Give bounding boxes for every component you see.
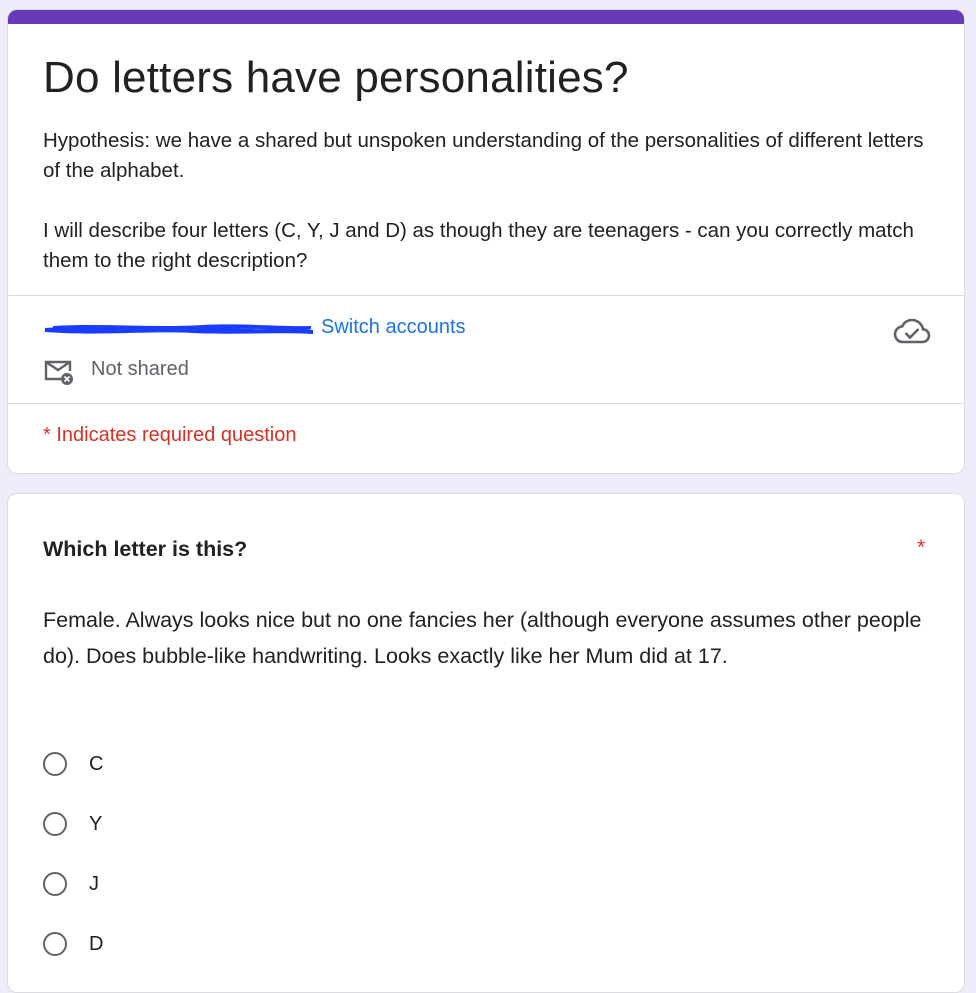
header-divider [8,295,964,296]
option-d[interactable]: D [43,927,103,961]
option-c[interactable]: C [43,747,103,781]
switch-accounts-link[interactable]: Switch accounts [321,313,466,341]
form-description-hypothesis: Hypothesis: we have a shared but unspoke… [43,129,924,182]
mail-off-icon [44,360,73,385]
question-description: Female. Always looks nice but no one fan… [43,608,922,668]
account-divider [8,403,964,404]
option-y[interactable]: Y [43,807,102,841]
cloud-check-icon [893,318,931,344]
form-header-card: Do letters have personalities? Hypothesi… [7,9,965,474]
radio-button[interactable] [43,812,67,836]
required-question-note: * Indicates required question [43,424,297,446]
redacted-account-email [45,324,313,334]
radio-button[interactable] [43,872,67,896]
radio-button[interactable] [43,752,67,776]
option-label: J [89,873,99,895]
option-label: Y [89,813,103,835]
question-title: Which letter is this? [43,537,248,561]
option-label: D [89,933,104,955]
option-j[interactable]: J [43,867,99,901]
question-card: Which letter is this? * Female. Always l… [7,493,965,993]
required-asterisk: * [917,536,926,559]
form-description-instructions: I will describe four letters (C, Y, J an… [43,219,914,272]
radio-button[interactable] [43,932,67,956]
sharing-status: Not shared [91,358,189,380]
header-accent-bar [8,10,964,24]
form-title: Do letters have personalities? [43,53,629,102]
option-label: C [89,753,104,775]
